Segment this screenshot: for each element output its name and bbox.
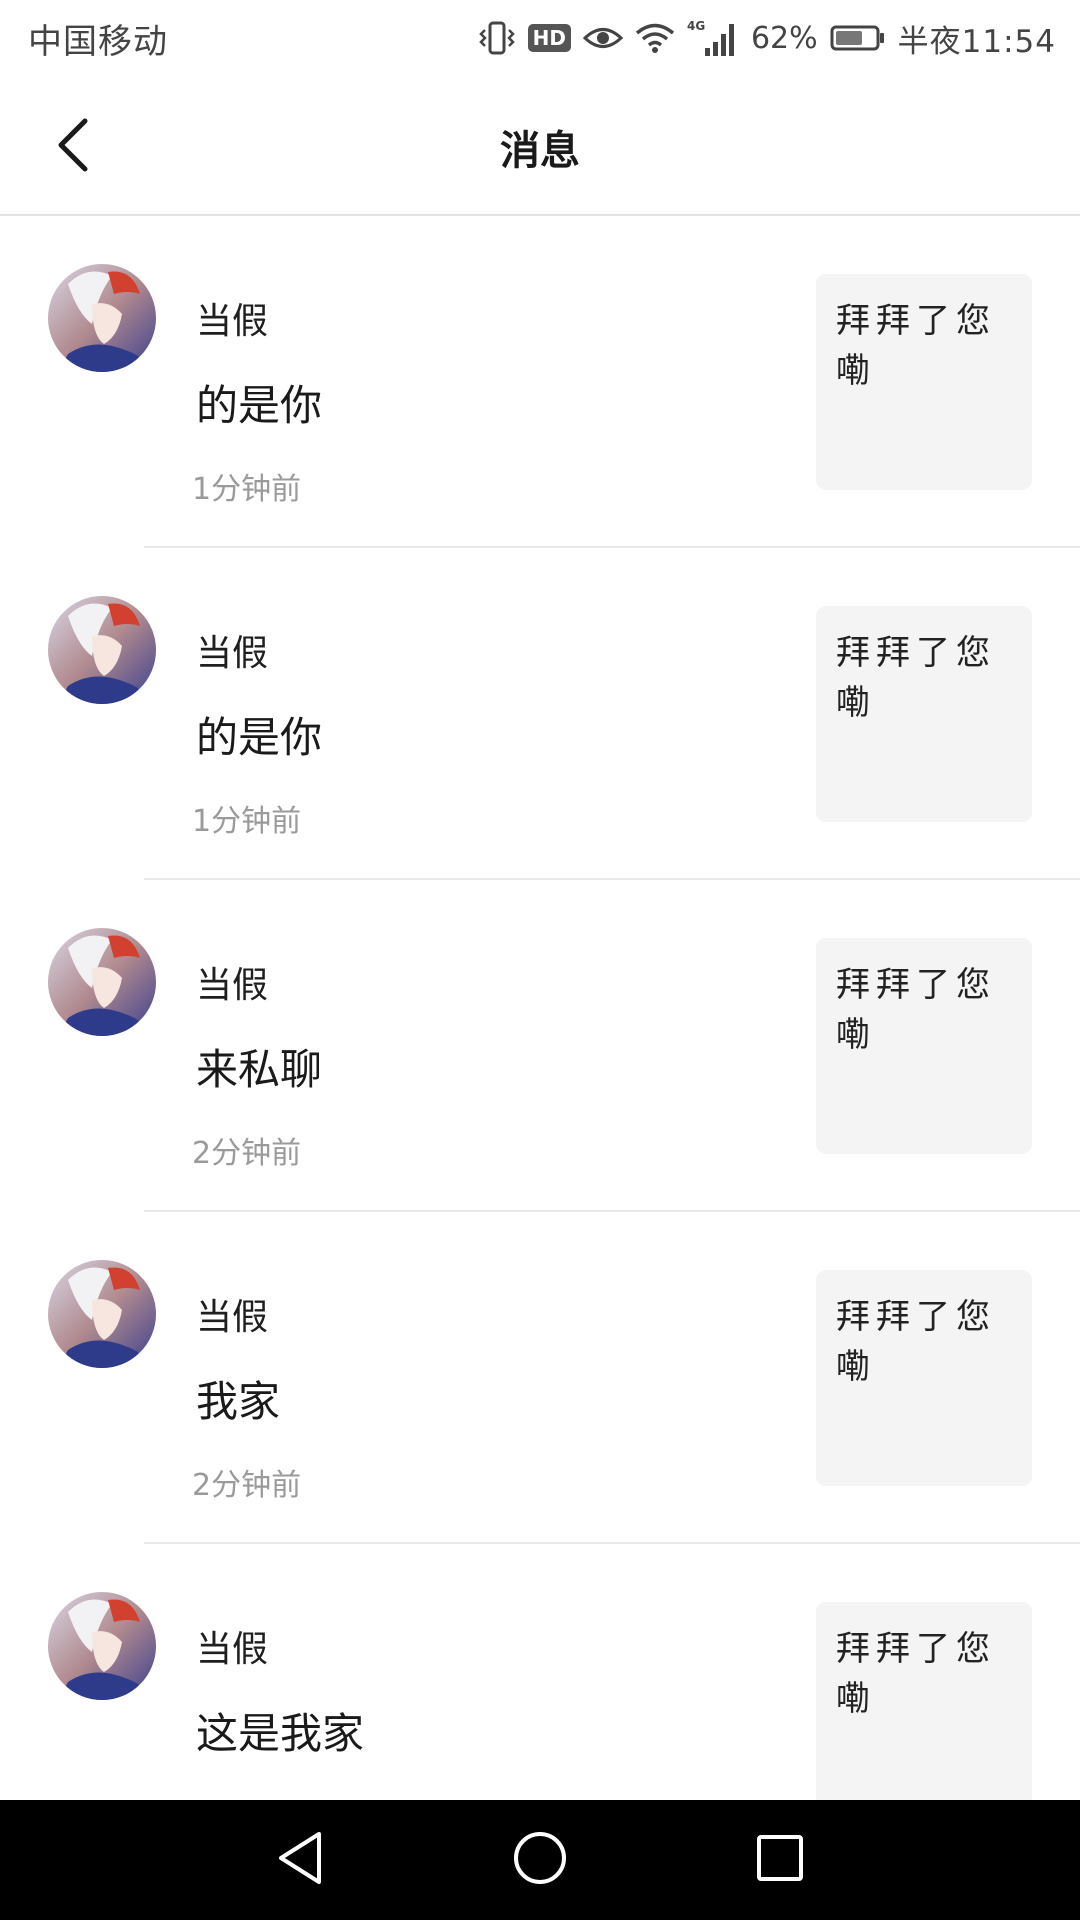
avatar[interactable] — [48, 1260, 156, 1368]
avatar[interactable] — [48, 1592, 156, 1700]
nav-back-button[interactable] — [270, 1830, 330, 1890]
preview-card[interactable]: 拜拜了您嘞 — [816, 606, 1032, 822]
message-text: 我家 — [196, 1377, 281, 1426]
back-triangle-icon — [275, 1830, 325, 1890]
message-item[interactable]: 当假 我家 2分钟前 拜拜了您嘞 — [0, 1212, 1080, 1544]
preview-card[interactable]: 拜拜了您嘞 — [816, 274, 1032, 490]
message-item[interactable]: 当假 这是我家 拜拜了您嘞 — [0, 1544, 1080, 1800]
sender-name: 当假 — [196, 1629, 269, 1670]
message-text: 的是你 — [196, 381, 323, 430]
avatar[interactable] — [48, 596, 156, 704]
message-list[interactable]: 当假 的是你 1分钟前 拜拜了您嘞 当假 的是你 1分钟前 拜拜了您嘞 当假 来… — [0, 216, 1080, 1800]
wifi-icon — [635, 22, 675, 54]
message-time: 2分钟前 — [192, 1468, 302, 1503]
message-item[interactable]: 当假 的是你 1分钟前 拜拜了您嘞 — [0, 216, 1080, 548]
message-text: 这是我家 — [196, 1709, 365, 1758]
sender-name: 当假 — [196, 1297, 269, 1338]
message-text: 的是你 — [196, 713, 323, 762]
nav-recents-button[interactable] — [750, 1830, 810, 1890]
eye-icon — [582, 23, 623, 53]
sender-name: 当假 — [196, 965, 269, 1006]
avatar[interactable] — [48, 264, 156, 372]
sender-name: 当假 — [196, 301, 269, 342]
preview-card[interactable]: 拜拜了您嘞 — [816, 1270, 1032, 1486]
preview-card[interactable]: 拜拜了您嘞 — [816, 1602, 1032, 1800]
battery-percent: 62% — [750, 20, 818, 56]
sender-name: 当假 — [196, 633, 269, 674]
network-type-label: 4G — [687, 19, 705, 33]
message-text: 来私聊 — [196, 1045, 323, 1094]
message-time: 1分钟前 — [192, 472, 302, 507]
preview-card[interactable]: 拜拜了您嘞 — [816, 938, 1032, 1154]
message-time: 2分钟前 — [192, 1136, 302, 1171]
page-title: 消息 — [500, 128, 580, 174]
carrier-name: 中国移动 — [28, 22, 168, 62]
vibrate-icon — [478, 20, 516, 56]
recents-square-icon — [755, 1833, 805, 1887]
battery-icon — [830, 24, 886, 52]
nav-home-button[interactable] — [510, 1830, 570, 1890]
navigation-bar — [0, 1800, 1080, 1920]
status-icons: HD 4G 62% 半夜11:54 — [478, 12, 1056, 64]
signal-icon: 4G — [687, 18, 739, 58]
home-circle-icon — [512, 1830, 568, 1890]
message-item[interactable]: 当假 的是你 1分钟前 拜拜了您嘞 — [0, 548, 1080, 880]
hd-icon: HD — [527, 24, 571, 52]
message-item[interactable]: 当假 来私聊 2分钟前 拜拜了您嘞 — [0, 880, 1080, 1212]
clock: 半夜11:54 — [897, 23, 1056, 60]
status-bar: 中国移动 HD 4G 62% 半夜11:54 — [0, 0, 1080, 78]
avatar[interactable] — [48, 928, 156, 1036]
header: 消息 — [0, 78, 1080, 216]
message-time: 1分钟前 — [192, 804, 302, 839]
